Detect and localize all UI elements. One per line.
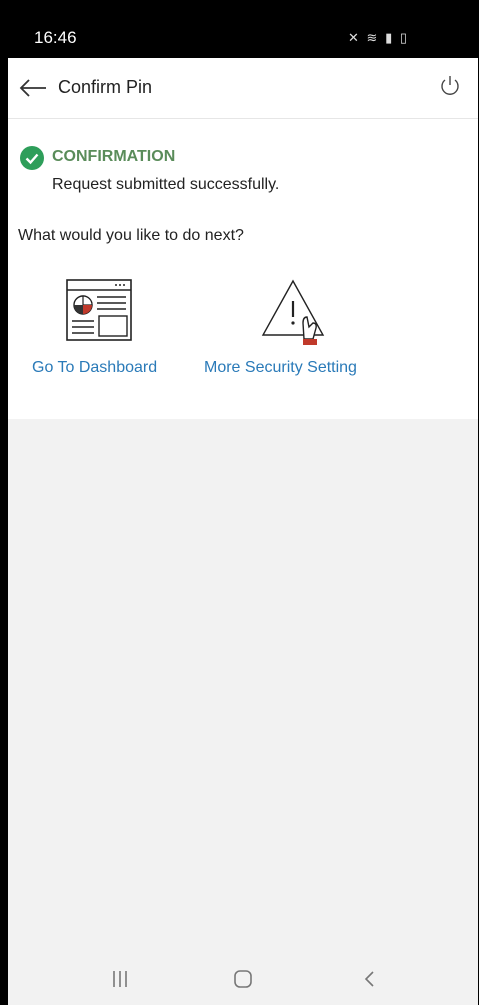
power-icon[interactable] (438, 74, 462, 98)
page-title: Confirm Pin (58, 77, 153, 97)
status-icons: ✕ ≋ ▮ ▯ (348, 30, 409, 46)
next-steps-question: What would you like to do next? (18, 227, 244, 244)
check-circle-icon (20, 146, 44, 170)
back-arrow-icon[interactable] (18, 76, 48, 100)
nav-back-icon[interactable] (362, 967, 378, 991)
signal-icon: ▮ (385, 30, 395, 45)
recent-apps-icon[interactable] (110, 967, 130, 991)
system-nav-bar (8, 953, 478, 1005)
status-bar: 16:46 ✕ ≋ ▮ ▯ (8, 0, 478, 58)
home-icon[interactable] (232, 967, 254, 991)
confirmation-heading: CONFIRMATION (52, 148, 176, 165)
dashboard-icon (66, 279, 132, 341)
content-panel: CONFIRMATION Request submitted successfu… (8, 119, 478, 419)
app-bar: Confirm Pin (8, 58, 478, 119)
wifi-icon: ≋ (366, 30, 380, 45)
go-to-dashboard-label: Go To Dashboard (32, 359, 158, 376)
mute-icon: ✕ (348, 30, 361, 45)
battery-icon: ▯ (399, 30, 409, 45)
more-security-setting-label: More Security Setting (204, 359, 357, 376)
confirmation-message: Request submitted successfully. (52, 176, 280, 193)
security-warning-icon (261, 279, 325, 345)
status-time: 16:46 (34, 28, 77, 47)
